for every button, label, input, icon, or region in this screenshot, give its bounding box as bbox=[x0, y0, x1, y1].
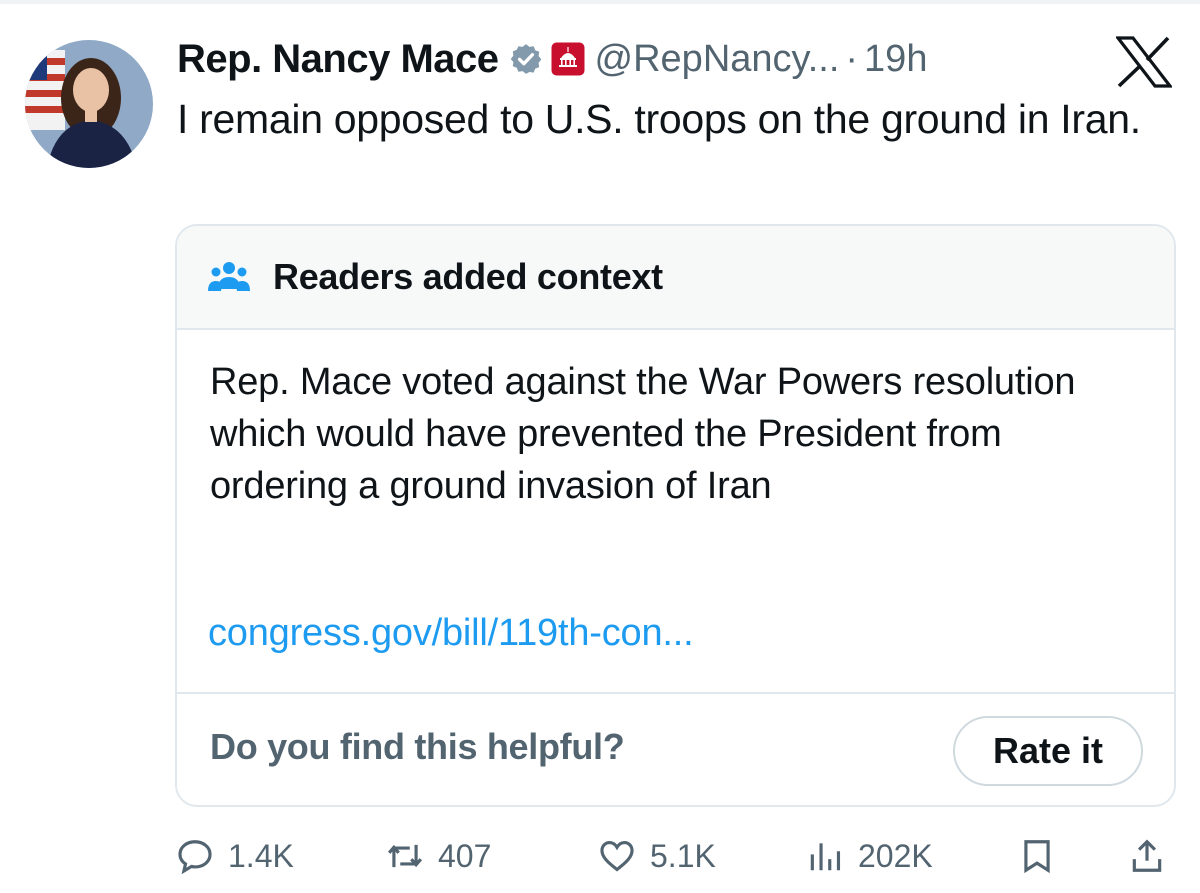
header-separator: · bbox=[845, 37, 859, 80]
community-note-link[interactable]: congress.gov/bill/119th-con... bbox=[208, 612, 694, 655]
community-note-title: Readers added context bbox=[273, 256, 663, 297]
views-icon bbox=[810, 843, 841, 871]
reply-icon bbox=[178, 840, 212, 875]
rate-it-button[interactable]: Rate it bbox=[953, 716, 1143, 786]
author-handle[interactable]: @RepNancy... bbox=[595, 38, 840, 81]
tweet-header: Rep. Nancy Mace @RepNancy... · 19h bbox=[177, 33, 1027, 85]
share-action[interactable] bbox=[1128, 828, 1166, 884]
bookmark-action[interactable] bbox=[1018, 828, 1056, 884]
house-gop-badge-icon[interactable] bbox=[551, 42, 585, 76]
tweet-text: I remain opposed to U.S. troops on the g… bbox=[177, 96, 1141, 142]
repost-action[interactable]: 407 bbox=[386, 828, 491, 884]
avatar[interactable] bbox=[25, 40, 153, 168]
tweet-action-bar: 1.4K 407 5.1K 202K bbox=[0, 828, 1200, 884]
reply-action[interactable]: 1.4K bbox=[176, 828, 294, 884]
community-note-card: Readers added context Rep. Mace voted ag… bbox=[175, 224, 1176, 807]
reply-count: 1.4K bbox=[228, 837, 294, 874]
author-name[interactable]: Rep. Nancy Mace bbox=[177, 37, 499, 82]
tweet-timestamp[interactable]: 19h bbox=[864, 38, 927, 81]
like-count: 5.1K bbox=[650, 837, 716, 874]
top-divider bbox=[0, 0, 1200, 4]
people-icon bbox=[207, 259, 251, 295]
repost-count: 407 bbox=[438, 837, 492, 874]
bookmark-icon bbox=[1024, 840, 1050, 874]
repost-icon bbox=[387, 844, 423, 868]
verified-badge-icon[interactable] bbox=[509, 42, 543, 76]
views-count: 202K bbox=[858, 837, 933, 874]
community-note-header: Readers added context bbox=[177, 226, 1174, 330]
note-divider bbox=[177, 692, 1174, 694]
community-note-body: Rep. Mace voted against the War Powers r… bbox=[210, 361, 1076, 507]
like-action[interactable]: 5.1K bbox=[598, 828, 716, 884]
share-icon bbox=[1132, 839, 1162, 872]
views-action[interactable]: 202K bbox=[806, 828, 933, 884]
x-logo-icon[interactable] bbox=[1114, 36, 1174, 88]
heart-icon bbox=[600, 840, 634, 872]
helpful-prompt: Do you find this helpful? bbox=[210, 726, 625, 767]
